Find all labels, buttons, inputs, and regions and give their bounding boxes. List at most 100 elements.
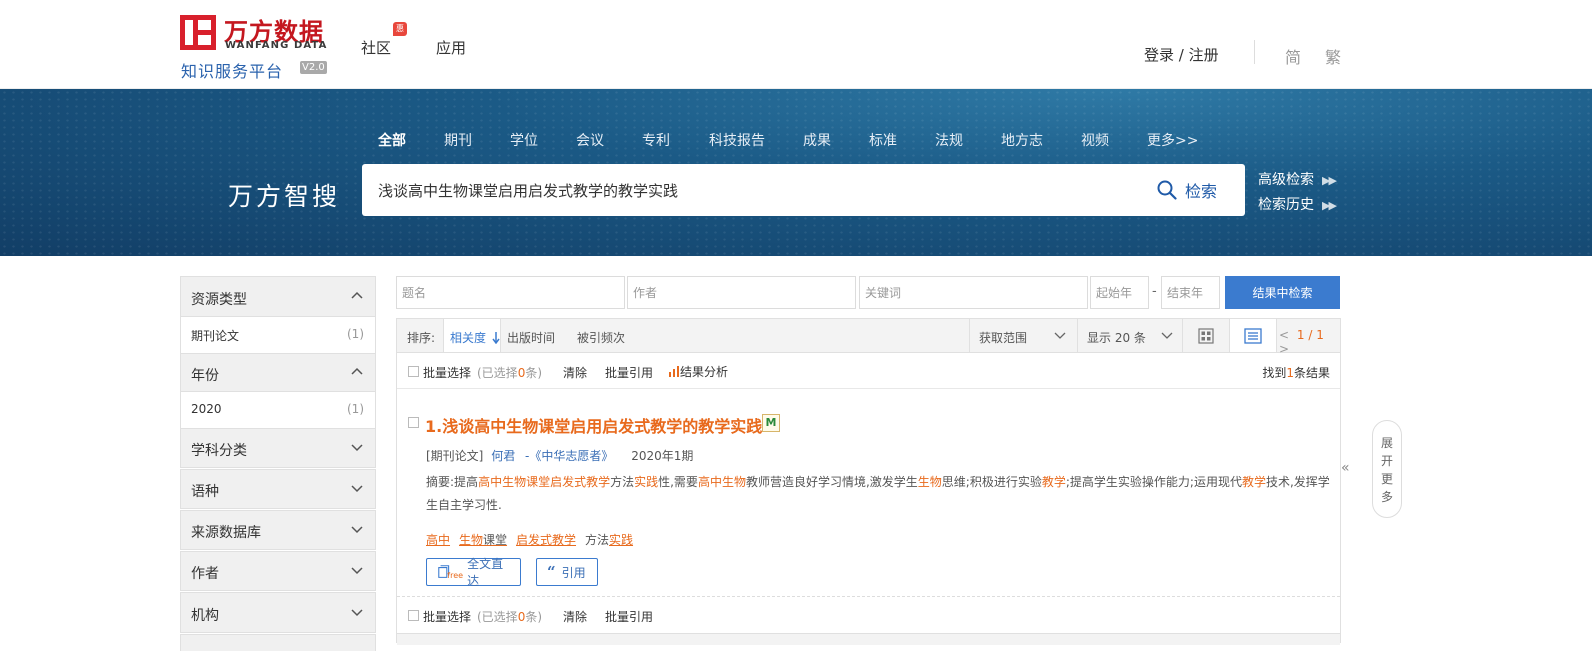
grid-view-button[interactable]: [1183, 319, 1229, 352]
batch-toolbar-top: 批量选择 (已选择0条) 清除 批量引用 结果分析 找到1条结果: [397, 353, 1340, 389]
end-year-input[interactable]: [1161, 276, 1220, 309]
keyword-link[interactable]: 高中: [426, 531, 450, 548]
tab-local-chronicle[interactable]: 地方志: [1001, 130, 1043, 150]
abstract-highlight: 教学: [1241, 475, 1266, 489]
result-abstract: 摘要:提高高中生物课堂启发式教学方法实践性,需要高中生物教师营造良好学习情境,激…: [426, 475, 1330, 512]
tab-conference[interactable]: 会议: [576, 130, 604, 150]
tab-degree[interactable]: 学位: [510, 130, 538, 150]
search-history-link[interactable]: 检索历史 ▶▶: [1258, 194, 1337, 214]
lang-traditional[interactable]: 繁: [1325, 44, 1341, 68]
title-filter-input[interactable]: [396, 276, 625, 309]
start-year-input[interactable]: [1090, 276, 1149, 309]
keyword-link[interactable]: 方法实践: [585, 531, 633, 548]
quote-icon: “: [547, 563, 556, 581]
clear-button[interactable]: 清除: [563, 608, 587, 625]
facet-resource-type[interactable]: 资源类型: [180, 276, 376, 317]
pagination: < 1 / 1 >: [1279, 328, 1340, 356]
tab-regulation[interactable]: 法规: [935, 130, 963, 150]
advanced-search-link[interactable]: 高级检索 ▶▶: [1258, 169, 1337, 189]
abstract-text: 思维;积极进行实验: [941, 475, 1042, 489]
search-button[interactable]: 检索: [1157, 176, 1217, 204]
sort-pub-time[interactable]: 出版时间: [507, 329, 555, 346]
result-meta: [期刊论文] 何君 -《中华志愿者》 2020年1期: [426, 447, 693, 464]
facet-institution[interactable]: 机构: [180, 592, 376, 633]
abstract-highlight: 实践: [634, 475, 659, 489]
clear-button[interactable]: 清除: [563, 364, 587, 381]
facet-subject[interactable]: 学科分类: [180, 428, 376, 468]
tab-journal[interactable]: 期刊: [444, 130, 472, 150]
chevron-down-icon: [351, 567, 363, 575]
batch-select-checkbox[interactable]: [408, 366, 419, 377]
cite-button[interactable]: “ 引用: [536, 558, 598, 586]
author-filter-input[interactable]: [627, 276, 856, 309]
list-view-icon: [1244, 327, 1262, 344]
result-checkbox[interactable]: [408, 417, 419, 428]
tab-tech-report[interactable]: 科技报告: [709, 130, 765, 150]
keyword-filter-input[interactable]: [859, 276, 1088, 309]
result-title[interactable]: 1.浅谈高中生物课堂启用启发式教学的教学实践: [425, 413, 762, 437]
fulltext-button[interactable]: free 全文直达: [426, 557, 521, 588]
abstract-highlight: 生物: [917, 475, 942, 489]
search-input[interactable]: [376, 164, 1136, 216]
batch-select-checkbox[interactable]: [408, 610, 419, 621]
abstract-text: 教师营造良好学习情境,激发学生: [745, 475, 918, 489]
prev-page-button[interactable]: <: [1279, 328, 1289, 342]
chevron-up-icon: [351, 291, 363, 299]
sort-label: 排序:: [407, 331, 436, 345]
arrow-down-icon: [492, 332, 500, 345]
version-badge: V2.0: [300, 61, 327, 74]
abstract-text: 性,需要: [658, 475, 698, 489]
lang-simplified[interactable]: 简: [1285, 44, 1301, 68]
free-tag: free: [447, 570, 464, 580]
facet-year[interactable]: 年份: [180, 353, 376, 392]
promo-badge: 惠: [393, 22, 407, 36]
platform-name: 知识服务平台: [181, 62, 284, 81]
tab-achievement[interactable]: 成果: [803, 130, 831, 150]
header-divider: [1254, 40, 1255, 64]
facet-more: [180, 634, 376, 651]
search-button-label: 检索: [1185, 182, 1218, 201]
keyword-link[interactable]: 启发式教学: [516, 531, 576, 548]
range-dropdown[interactable]: 获取范围: [979, 329, 1027, 346]
batch-toolbar-bottom: 批量选择 (已选择0条) 清除 批量引用: [397, 597, 1340, 633]
result-author[interactable]: 何君: [491, 449, 515, 463]
tab-video[interactable]: 视频: [1081, 130, 1109, 150]
login-register-link[interactable]: 登录 / 注册: [1144, 44, 1219, 65]
facet-author[interactable]: 作者: [180, 551, 376, 591]
tab-patent[interactable]: 专利: [642, 130, 670, 150]
expand-more-tab[interactable]: 展 开 更 多: [1372, 420, 1402, 518]
double-chevron-left-icon[interactable]: «: [1341, 460, 1350, 476]
batch-select-label[interactable]: 批量选择: [423, 608, 471, 625]
sort-relevance[interactable]: 相关度: [443, 319, 501, 352]
facet-item-2020[interactable]: 2020 (1): [180, 392, 376, 428]
keyword-link[interactable]: 生物课堂: [459, 531, 507, 548]
selected-count: (已选择0条): [477, 366, 543, 380]
sort-cited[interactable]: 被引频次: [577, 329, 625, 346]
sort-toolbar: 排序: 相关度 出版时间 被引频次 获取范围 显示 20 条 < 1 / 1 >: [396, 318, 1341, 356]
selected-count: (已选择0条): [477, 610, 543, 624]
chevron-down-icon: [1054, 332, 1066, 339]
batch-select-label[interactable]: 批量选择: [423, 364, 471, 381]
results-panel: 批量选择 (已选择0条) 清除 批量引用 结果分析 找到1条结果 1.浅谈高中生…: [396, 353, 1341, 645]
search-box: 检索: [362, 164, 1245, 216]
batch-cite-button[interactable]: 批量引用: [605, 364, 653, 381]
tab-all[interactable]: 全部: [378, 130, 406, 150]
logo-english: WANFANG DATA: [225, 40, 328, 51]
abstract-highlight: 教学: [1041, 475, 1066, 489]
facet-language[interactable]: 语种: [180, 469, 376, 509]
tab-more[interactable]: 更多>>: [1147, 130, 1198, 150]
list-view-button[interactable]: [1230, 319, 1276, 352]
result-issue: 2020年1期: [631, 449, 694, 463]
facet-item-journal[interactable]: 期刊论文 (1): [180, 317, 376, 353]
nav-apps[interactable]: 应用: [436, 37, 466, 58]
page-size-dropdown[interactable]: 显示 20 条: [1087, 329, 1146, 346]
result-journal[interactable]: -《中华志愿者》: [525, 449, 613, 463]
nav-community[interactable]: 社区: [361, 37, 391, 58]
batch-cite-button[interactable]: 批量引用: [605, 608, 653, 625]
wanfang-logo-icon[interactable]: [180, 15, 216, 50]
search-in-results-button[interactable]: 结果中检索: [1225, 276, 1340, 309]
facet-source-db[interactable]: 来源数据库: [180, 510, 376, 550]
resource-m-icon: M: [762, 414, 780, 432]
result-analysis-button[interactable]: 结果分析: [668, 363, 728, 380]
tab-standard[interactable]: 标准: [869, 130, 897, 150]
